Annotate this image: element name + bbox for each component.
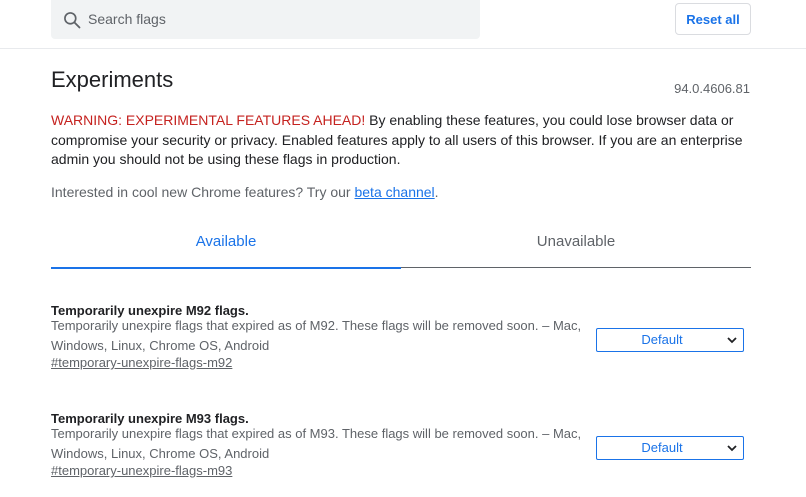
flag-description: Temporarily unexpire flags that expired … — [51, 426, 582, 461]
flag-state-select[interactable]: Default — [596, 328, 744, 352]
flag-anchor-link[interactable]: #temporary-unexpire-flags-m92 — [51, 355, 232, 370]
flag-state-value: Default — [641, 440, 683, 455]
reset-all-button[interactable]: Reset all — [675, 3, 751, 35]
flag-description: Temporarily unexpire flags that expired … — [51, 318, 582, 353]
flag-state-select[interactable]: Default — [596, 436, 744, 460]
search-icon — [64, 12, 81, 29]
beta-promo-prefix: Interested in cool new Chrome features? … — [51, 184, 355, 200]
flag-state-value: Default — [641, 332, 683, 347]
chevron-down-icon — [727, 337, 737, 344]
tab-available[interactable]: Available — [51, 225, 401, 269]
flag-item: Temporarily unexpire M93 flags. Temporar… — [51, 411, 751, 478]
beta-promo-text: Interested in cool new Chrome features? … — [51, 184, 439, 200]
beta-channel-link[interactable]: beta channel — [354, 184, 434, 200]
version-label: 94.0.4606.81 — [674, 81, 750, 96]
page-title: Experiments — [51, 67, 174, 92]
flag-anchor-link[interactable]: #temporary-unexpire-flags-m93 — [51, 463, 232, 478]
chevron-down-icon — [727, 445, 737, 452]
search-box[interactable] — [51, 0, 480, 39]
search-input[interactable] — [88, 9, 468, 29]
flag-item: Temporarily unexpire M92 flags. Temporar… — [51, 303, 751, 370]
warning-title: WARNING: EXPERIMENTAL FEATURES AHEAD! — [51, 112, 366, 128]
tab-unavailable[interactable]: Unavailable — [401, 225, 751, 267]
tab-bar: Available Unavailable — [51, 225, 751, 269]
top-bar: Reset all — [0, 0, 806, 49]
warning-text: WARNING: EXPERIMENTAL FEATURES AHEAD! By… — [51, 111, 761, 170]
beta-promo-suffix: . — [434, 184, 439, 200]
